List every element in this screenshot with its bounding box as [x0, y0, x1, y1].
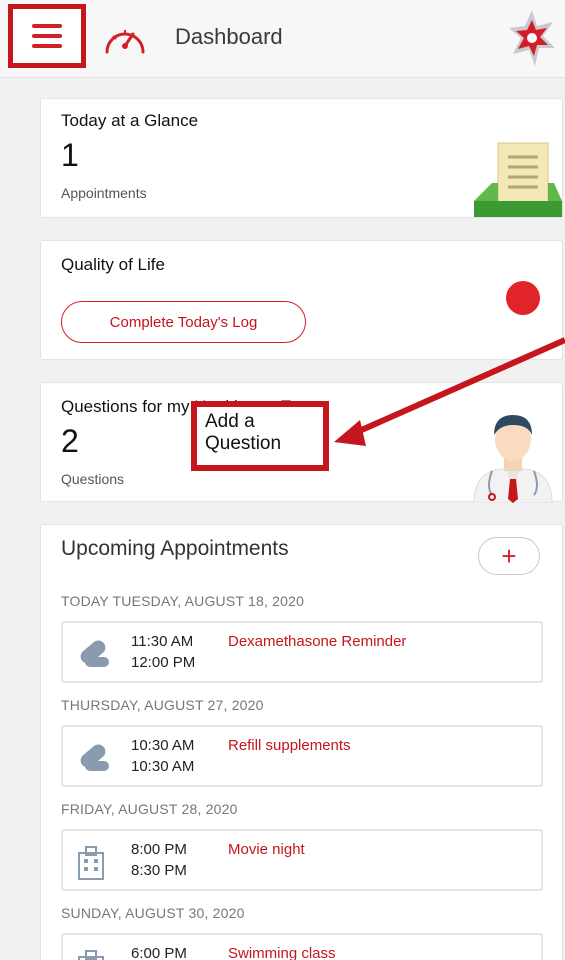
- appointment-name: Movie night: [228, 841, 305, 858]
- building-icon: [78, 950, 104, 960]
- appointment-start-time: 10:30 AM: [131, 737, 195, 754]
- add-question-label-line1: Add a: [205, 411, 255, 432]
- building-icon: [78, 846, 104, 880]
- menu-bar: [32, 24, 62, 28]
- date-header: FRIDAY, AUGUST 28, 2020: [61, 801, 238, 817]
- appointment-item[interactable]: 11:30 AM 12:00 PM Dexamethasone Reminder: [61, 621, 543, 683]
- page-title: Dashboard: [175, 24, 283, 49]
- quality-of-life-card: Quality of Life Complete Today's Log: [40, 240, 563, 360]
- section-title: Upcoming Appointments: [61, 537, 289, 560]
- appointment-end-time: 12:00 PM: [131, 654, 196, 671]
- add-appointment-button[interactable]: +: [478, 537, 540, 575]
- date-header: TODAY TUESDAY, AUGUST 18, 2020: [61, 593, 305, 609]
- appointment-item[interactable]: 10:30 AM 10:30 AM Refill supplements: [61, 725, 543, 787]
- add-question-button[interactable]: Add a Question: [191, 401, 329, 471]
- appointment-end-time: 8:30 PM: [131, 862, 187, 879]
- appointment-item[interactable]: 8:00 PM 8:30 PM Movie night: [61, 829, 543, 891]
- questions-card[interactable]: Questions for my Healthcare Team 2 Quest…: [40, 382, 563, 503]
- quality-status-indicator: [506, 281, 540, 315]
- date-header: SUNDAY, AUGUST 30, 2020: [61, 905, 245, 921]
- app-header: Dashboard: [0, 0, 565, 78]
- complete-todays-log-button[interactable]: Complete Today's Log: [61, 301, 306, 343]
- speedometer-icon: [105, 30, 145, 54]
- date-header: THURSDAY, AUGUST 27, 2020: [61, 697, 264, 713]
- appointment-name: Swimming class: [228, 945, 336, 960]
- card-title: Quality of Life: [61, 255, 165, 274]
- add-question-label-line2: Question: [205, 433, 282, 454]
- appointment-end-time: 10:30 AM: [131, 758, 195, 775]
- appointment-start-time: 11:30 AM: [131, 633, 194, 650]
- appointment-item[interactable]: 6:00 PM Swimming class: [61, 933, 543, 960]
- appointment-name: Dexamethasone Reminder: [228, 633, 407, 650]
- card-title: Today at a Glance: [61, 111, 199, 130]
- hamburger-menu-button[interactable]: [8, 4, 86, 68]
- appointment-count-label: Appointments: [61, 185, 147, 201]
- appointment-start-time: 6:00 PM: [131, 945, 187, 960]
- document-tray-icon: [474, 142, 562, 217]
- upcoming-appointments-card: Upcoming Appointments + TODAY TUESDAY, A…: [40, 524, 563, 960]
- pill-icon: [80, 640, 109, 667]
- question-count-label: Questions: [61, 471, 125, 487]
- doctor-avatar-icon: [473, 415, 553, 503]
- app-logo-icon: [509, 10, 555, 66]
- appointment-start-time: 8:00 PM: [131, 841, 187, 858]
- appointment-count: 1: [61, 137, 79, 173]
- question-count: 2: [61, 423, 79, 459]
- appointment-name: Refill supplements: [228, 737, 351, 754]
- menu-bar: [32, 44, 62, 48]
- today-at-a-glance-card[interactable]: Today at a Glance 1 Appointments: [40, 98, 563, 218]
- pill-icon: [80, 744, 109, 771]
- menu-bar: [32, 34, 62, 38]
